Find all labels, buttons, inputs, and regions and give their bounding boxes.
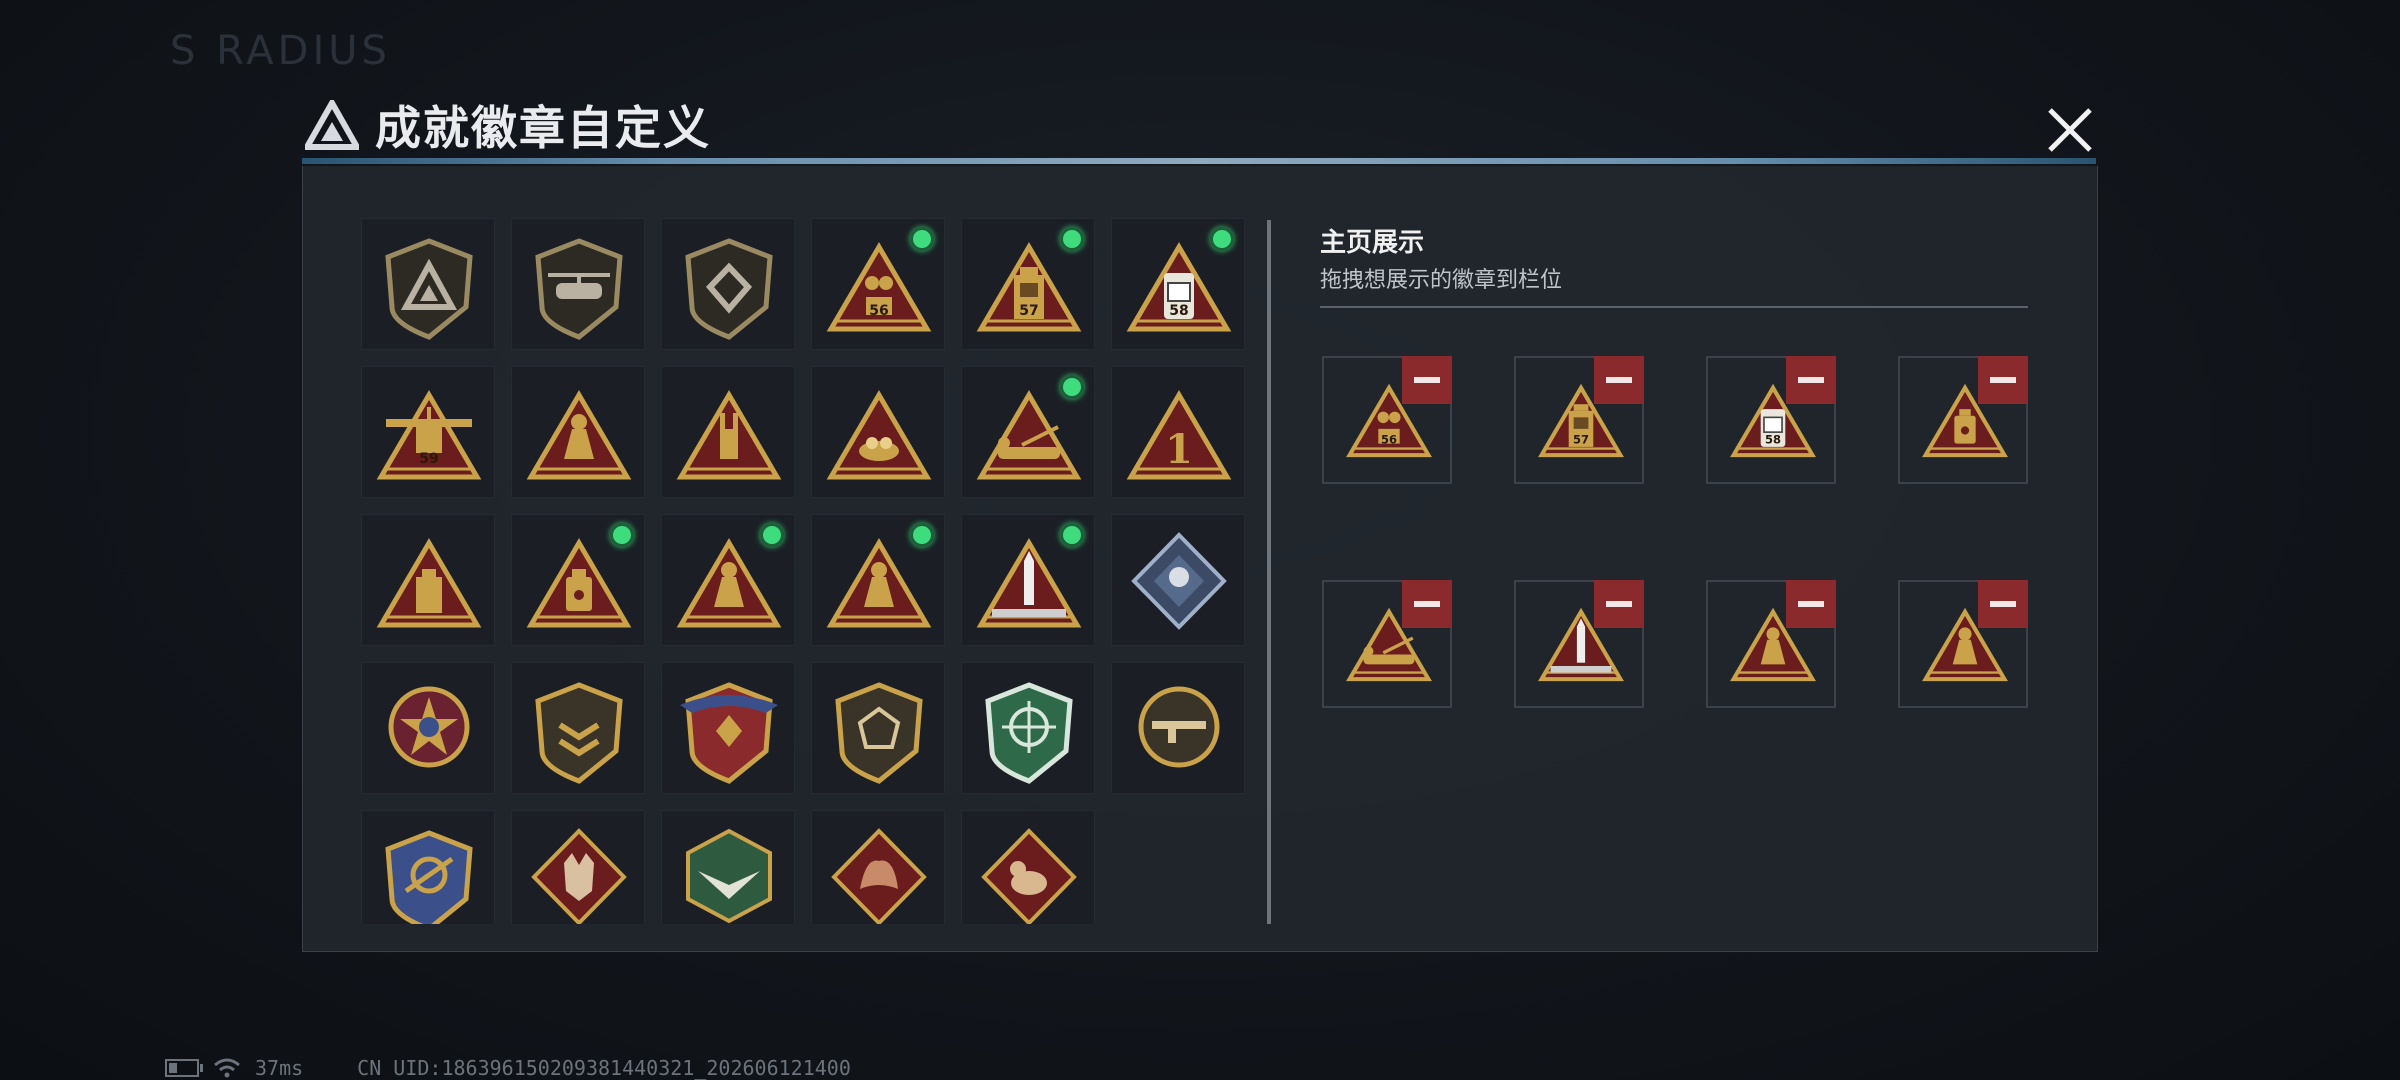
battery-icon (165, 1059, 203, 1077)
badge-tile[interactable] (361, 810, 495, 924)
badge-tile[interactable] (511, 366, 645, 498)
badge-tile[interactable] (961, 810, 1095, 924)
selected-indicator-dot (760, 523, 784, 547)
badge-tile[interactable] (811, 514, 945, 646)
badge-rifle-shield-icon (1138, 686, 1220, 768)
badge-tile[interactable] (511, 514, 645, 646)
badge-emblem-shield-icon (685, 238, 773, 340)
delta-logo-icon (305, 100, 359, 150)
badge-number-label: 57 (1019, 303, 1038, 319)
badge-eagle-hex-icon (686, 828, 772, 924)
badge-number-label: 56 (869, 303, 888, 319)
svg-text:1: 1 (1165, 426, 1193, 473)
badge-plane-59-icon: 59 (376, 390, 482, 480)
wifi-icon (214, 1058, 240, 1078)
remove-slot-button[interactable] (1978, 580, 2028, 628)
badge-customize-panel: 56 57 58 59 1 主页展示 拖拽想展示的徽章到栏位 56 57 58 (302, 166, 2098, 952)
showcase-slot[interactable] (1898, 356, 2028, 484)
selected-indicator-dot (1210, 227, 1234, 251)
badge-dog-diamond-icon (981, 828, 1077, 924)
badge-tile[interactable] (961, 366, 1095, 498)
modal-header: 成就徽章自定义 (305, 95, 711, 155)
showcase-slot[interactable] (1898, 580, 2028, 708)
background-header-text: S RADIUS (170, 28, 391, 74)
badge-tile[interactable] (811, 810, 945, 924)
badge-wolf-diamond-icon (531, 828, 627, 924)
selected-indicator-dot (1060, 375, 1084, 399)
badge-helicopter-shield-icon (535, 238, 623, 340)
badge-chevron-shield-icon (535, 682, 623, 784)
showcase-separator (1320, 306, 2028, 308)
badge-grid: 56 57 58 59 1 (361, 218, 1261, 924)
badge-number-label: 59 (419, 451, 438, 467)
badge-tile[interactable]: 56 (811, 218, 945, 350)
remove-slot-button[interactable] (1402, 356, 1452, 404)
remove-slot-button[interactable] (1594, 580, 1644, 628)
selected-indicator-dot (910, 523, 934, 547)
showcase-slot[interactable] (1514, 580, 1644, 708)
badge-tile[interactable] (661, 514, 795, 646)
badge-tile[interactable] (661, 366, 795, 498)
selected-indicator-dot (610, 523, 634, 547)
remove-slot-button[interactable] (1402, 580, 1452, 628)
badge-tile[interactable] (1111, 662, 1245, 794)
badge-winged-shield-icon (680, 682, 778, 784)
badge-tile[interactable] (1111, 514, 1245, 646)
badge-tile[interactable] (511, 218, 645, 350)
badge-tile[interactable]: 59 (361, 366, 495, 498)
badge-hand-sign-icon (676, 390, 782, 480)
showcase-slot[interactable] (1706, 580, 1836, 708)
badge-number-label: 57 (1573, 433, 1589, 447)
badge-blue-diamond-icon (1131, 532, 1227, 630)
badge-tile[interactable]: 1 (1111, 366, 1245, 498)
showcase-title: 主页展示 (1320, 228, 1425, 258)
badge-tile[interactable] (511, 810, 645, 924)
remove-slot-button[interactable] (1786, 580, 1836, 628)
selected-indicator-dot (1060, 523, 1084, 547)
badge-number-label: 58 (1169, 303, 1188, 319)
badge-number-one-icon: 1 (1126, 390, 1232, 480)
badge-runner-icon (526, 390, 632, 480)
selected-indicator-dot (910, 227, 934, 251)
badge-tile[interactable] (961, 514, 1095, 646)
status-bar: 37ms CN UID:186396150209381440321_202606… (165, 1056, 851, 1080)
remove-slot-button[interactable] (1978, 356, 2028, 404)
badge-tile[interactable] (961, 662, 1095, 794)
badge-tile[interactable]: 57 (961, 218, 1095, 350)
modal-title: 成就徽章自定义 (375, 101, 711, 155)
badge-tile[interactable] (811, 662, 945, 794)
badge-logo-shield-icon (385, 238, 473, 340)
selected-indicator-dot (1060, 227, 1084, 251)
badge-nest-icon (826, 390, 932, 480)
badge-tile[interactable] (661, 662, 795, 794)
badge-tile[interactable] (361, 514, 495, 646)
badge-tile[interactable] (361, 662, 495, 794)
badge-tile[interactable] (661, 218, 795, 350)
badge-number-label: 56 (1381, 433, 1397, 447)
badge-green-crosshair-icon (985, 682, 1073, 784)
showcase-slot[interactable] (1322, 580, 1452, 708)
close-icon[interactable] (2040, 100, 2100, 160)
showcase-slot[interactable]: 57 (1514, 356, 1644, 484)
showcase-slot[interactable]: 56 (1322, 356, 1452, 484)
panel-divider (1267, 220, 1271, 924)
badge-tile[interactable] (361, 218, 495, 350)
badge-blue-crest-icon (385, 830, 473, 924)
badge-star-seal-icon (388, 686, 470, 768)
badge-box-icon (376, 538, 482, 628)
badge-tile[interactable] (511, 662, 645, 794)
badge-gem-shield-icon (835, 682, 923, 784)
showcase-slot[interactable]: 58 (1706, 356, 1836, 484)
remove-slot-button[interactable] (1594, 356, 1644, 404)
showcase-subtitle: 拖拽想展示的徽章到栏位 (1320, 268, 1563, 293)
badge-tile[interactable] (661, 810, 795, 924)
badge-tile[interactable] (811, 366, 945, 498)
uid-text: CN UID:186396150209381440321_20260612140… (357, 1056, 851, 1080)
badge-tile[interactable]: 58 (1111, 218, 1245, 350)
badge-number-label: 58 (1765, 433, 1781, 447)
badge-dragon-diamond-icon (831, 828, 927, 924)
ping-text: 37ms (255, 1056, 304, 1080)
remove-slot-button[interactable] (1786, 356, 1836, 404)
header-accent-line (302, 158, 2096, 164)
